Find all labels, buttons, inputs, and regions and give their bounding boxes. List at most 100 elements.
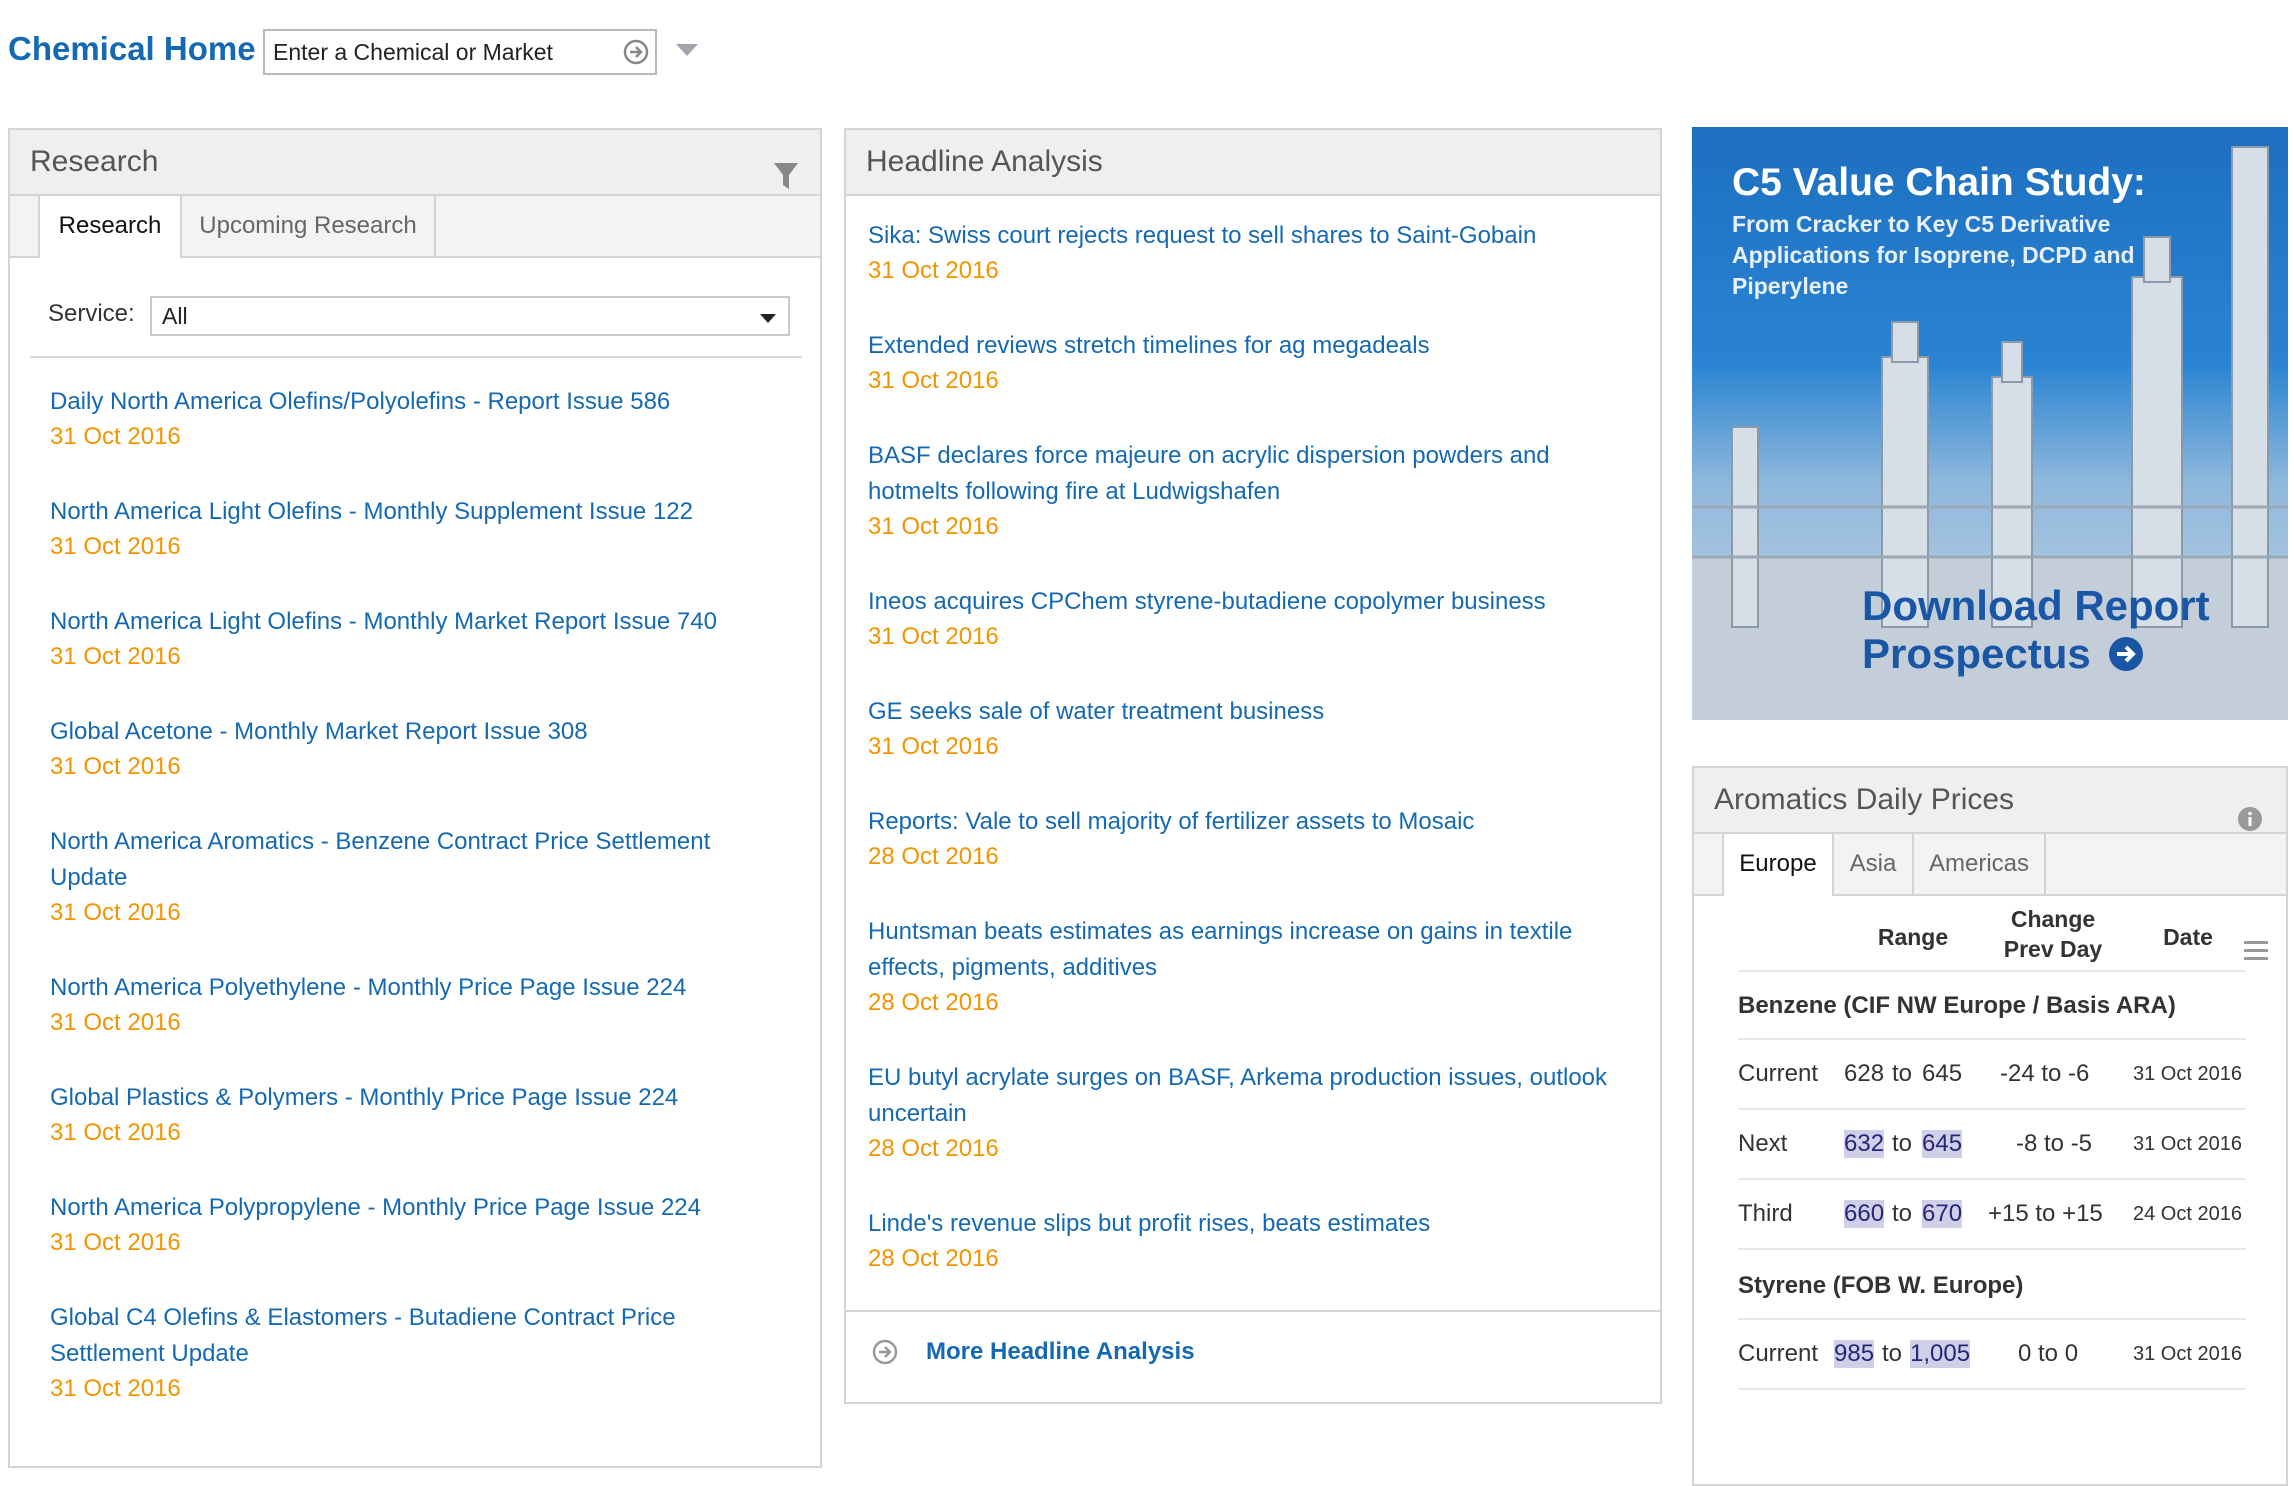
headline-item-date: 28 Oct 2016 — [868, 1135, 999, 1162]
list-item: EU butyl acrylate surges on BASF, Arkema… — [868, 1060, 1628, 1166]
tab-americas[interactable]: Americas — [1914, 834, 2046, 896]
ad-title: C5 Value Chain Study: — [1732, 161, 2146, 204]
tab-research[interactable]: Research — [38, 196, 182, 258]
list-item: North America Polypropylene - Monthly Pr… — [50, 1190, 790, 1260]
headline-item-date: 31 Oct 2016 — [868, 513, 999, 540]
go-arrow-icon[interactable] — [623, 39, 649, 70]
research-item-title[interactable]: Global C4 Olefins & Elastomers - Butadie… — [50, 1300, 790, 1372]
list-item: North America Light Olefins - Monthly Su… — [50, 494, 790, 564]
date-value: 31 Oct 2016 — [2133, 1343, 2242, 1365]
list-item: Sika: Swiss court rejects request to sel… — [868, 218, 1628, 288]
ad-cta[interactable]: Download Report Prospectus — [1862, 582, 2210, 682]
change-value: 0 to 0 — [2018, 1340, 2079, 1367]
column-header-change: Change Prev Day — [1988, 904, 2118, 964]
row-label: Next — [1738, 1130, 1788, 1157]
research-item-title[interactable]: Global Acetone - Monthly Market Report I… — [50, 714, 790, 750]
service-select[interactable]: All — [150, 296, 790, 336]
table-row: Current 985 to 1,005 0 to 0 31 Oct 2016 — [1738, 1320, 2246, 1390]
range-to: to — [1882, 1340, 1903, 1367]
more-headline-analysis-label: More Headline Analysis — [926, 1338, 1195, 1365]
list-item: Linde's revenue slips but profit rises, … — [868, 1206, 1628, 1276]
research-item-date: 31 Oct 2016 — [50, 1229, 181, 1256]
research-item-title[interactable]: North America Aromatics - Benzene Contra… — [50, 824, 790, 896]
headline-list: Sika: Swiss court rejects request to sel… — [868, 218, 1628, 1316]
search-input[interactable] — [271, 31, 605, 73]
research-panel-title: Research — [30, 145, 159, 178]
table-row: Third 660 to 670 +15 to +15 24 Oct 2016 — [1738, 1180, 2246, 1250]
range-to: to — [1892, 1130, 1913, 1157]
date-value: 31 Oct 2016 — [2133, 1133, 2242, 1155]
ad-cta-line2: Prospectus — [1862, 630, 2091, 677]
change-value: -8 to -5 — [2016, 1130, 2093, 1157]
search-box — [263, 29, 657, 75]
page-title[interactable]: Chemical Home — [8, 30, 256, 68]
row-label: Current — [1738, 1060, 1819, 1087]
tab-asia[interactable]: Asia — [1834, 834, 1914, 896]
column-header-change-line2: Prev Day — [2003, 936, 2103, 962]
headline-item-date: 31 Oct 2016 — [868, 733, 999, 760]
more-headline-analysis-link[interactable]: More Headline Analysis — [872, 1338, 1195, 1366]
headline-panel: Headline Analysis Sika: Swiss court reje… — [844, 128, 1662, 1404]
range-high: 670 — [1922, 1200, 1963, 1228]
research-item-title[interactable]: Daily North America Olefins/Polyolefins … — [50, 384, 790, 420]
research-item-date: 31 Oct 2016 — [50, 899, 181, 926]
range-low: 985 — [1834, 1340, 1875, 1368]
headline-item-title[interactable]: Linde's revenue slips but profit rises, … — [868, 1206, 1628, 1242]
service-select-value: All — [162, 303, 188, 329]
range-high: 645 — [1922, 1130, 1963, 1158]
headline-item-title[interactable]: GE seeks sale of water treatment busines… — [868, 694, 1628, 730]
prices-panel: Aromatics Daily Prices Europe Asia Ameri… — [1692, 766, 2288, 1486]
headline-item-date: 28 Oct 2016 — [868, 989, 999, 1016]
list-item: Global Acetone - Monthly Market Report I… — [50, 714, 790, 784]
research-item-title[interactable]: Global Plastics & Polymers - Monthly Pri… — [50, 1080, 790, 1116]
headline-item-title[interactable]: Ineos acquires CPChem styrene-butadiene … — [868, 584, 1628, 620]
headline-item-title[interactable]: Sika: Swiss court rejects request to sel… — [868, 218, 1628, 254]
ad-banner[interactable]: C5 Value Chain Study: From Cracker to Ke… — [1692, 127, 2288, 720]
list-item: Ineos acquires CPChem styrene-butadiene … — [868, 584, 1628, 654]
headline-item-date: 28 Oct 2016 — [868, 1245, 999, 1272]
headline-panel-title: Headline Analysis — [866, 145, 1103, 178]
list-item: Huntsman beats estimates as earnings inc… — [868, 914, 1628, 1020]
service-label: Service: — [48, 300, 135, 327]
research-item-date: 31 Oct 2016 — [50, 1119, 181, 1146]
headline-item-date: 31 Oct 2016 — [868, 367, 999, 394]
research-item-date: 31 Oct 2016 — [50, 1009, 181, 1036]
research-panel: Research Research Upcoming Research Serv… — [8, 128, 822, 1468]
tab-europe[interactable]: Europe — [1722, 834, 1834, 896]
column-header-range: Range — [1877, 924, 1949, 950]
headline-item-title[interactable]: EU butyl acrylate surges on BASF, Arkema… — [868, 1060, 1628, 1132]
divider — [1738, 970, 2246, 972]
list-item: North America Light Olefins - Monthly Ma… — [50, 604, 790, 674]
column-header-change-line1: Change — [2010, 906, 2096, 932]
headline-item-title[interactable]: Huntsman beats estimates as earnings inc… — [868, 914, 1628, 986]
group-benzene: Benzene (CIF NW Europe / Basis ARA) — [1738, 992, 2176, 1019]
list-item: Extended reviews stretch timelines for a… — [868, 328, 1628, 398]
research-item-title[interactable]: North America Polyethylene - Monthly Pri… — [50, 970, 790, 1006]
research-item-title[interactable]: North America Light Olefins - Monthly Ma… — [50, 604, 790, 640]
headline-item-date: 31 Oct 2016 — [868, 623, 999, 650]
chevron-down-icon[interactable] — [676, 44, 698, 63]
list-item: North America Polyethylene - Monthly Pri… — [50, 970, 790, 1040]
headline-item-title[interactable]: Extended reviews stretch timelines for a… — [868, 328, 1628, 364]
divider — [30, 356, 802, 358]
range-low: 660 — [1844, 1200, 1885, 1228]
research-item-title[interactable]: North America Polypropylene - Monthly Pr… — [50, 1190, 790, 1226]
research-item-date: 31 Oct 2016 — [50, 1375, 181, 1402]
column-header-date: Date — [2163, 924, 2213, 950]
research-tabs: Research Upcoming Research — [10, 196, 820, 258]
list-item: Daily North America Olefins/Polyolefins … — [50, 384, 790, 454]
arrow-circle-icon — [872, 1339, 898, 1372]
tab-upcoming-research[interactable]: Upcoming Research — [182, 196, 436, 258]
menu-icon[interactable] — [2244, 940, 2268, 967]
headline-item-title[interactable]: BASF declares force majeure on acrylic d… — [868, 438, 1628, 510]
research-item-title[interactable]: North America Light Olefins - Monthly Su… — [50, 494, 790, 530]
caret-down-icon — [760, 314, 776, 323]
range-low: 628 — [1844, 1060, 1885, 1087]
list-item: BASF declares force majeure on acrylic d… — [868, 438, 1628, 544]
list-item: GE seeks sale of water treatment busines… — [868, 694, 1628, 764]
headline-item-title[interactable]: Reports: Vale to sell majority of fertil… — [868, 804, 1628, 840]
date-value: 31 Oct 2016 — [2133, 1063, 2242, 1085]
headline-panel-header: Headline Analysis — [846, 130, 1660, 196]
research-item-date: 31 Oct 2016 — [50, 753, 181, 780]
row-label: Third — [1738, 1200, 1793, 1227]
